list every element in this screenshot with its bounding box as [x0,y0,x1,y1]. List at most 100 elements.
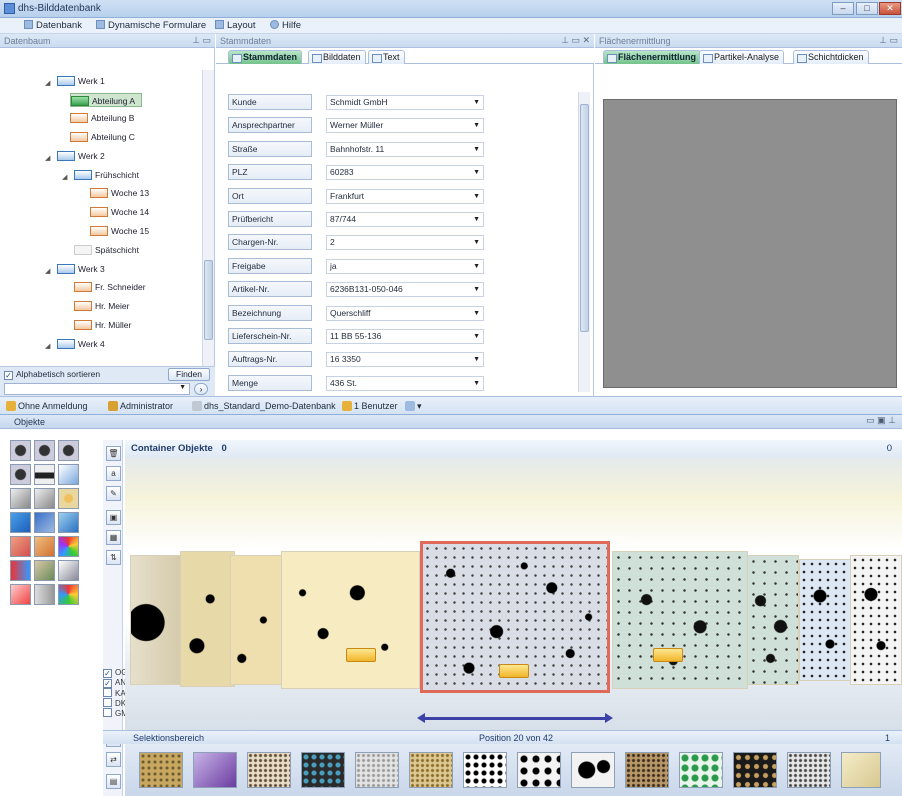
compare-tool-icon[interactable] [10,560,31,581]
close-button[interactable]: ✕ [879,2,901,15]
navigate-button[interactable]: › [194,383,208,395]
filter-gm[interactable]: GM [103,708,128,718]
filter-an[interactable]: ✓ AN [103,678,126,688]
tree-scrollbar-thumb[interactable] [204,260,213,340]
tree-node-abteilung-b[interactable]: Abteilung B [70,111,134,125]
thumbnail[interactable] [139,752,183,788]
image-canvas[interactable] [603,99,897,388]
tree-node-woche13[interactable]: Woche 13 [90,186,149,200]
ruler-tool-icon[interactable] [34,584,55,605]
coverflow-item[interactable] [850,555,902,685]
status-users[interactable]: 1 Benutzer [342,401,398,411]
thumbnail[interactable] [841,752,881,788]
collapse-icon[interactable]: ◢ [45,79,50,87]
coverflow-item[interactable] [799,559,851,681]
field-value-combo[interactable]: 87/744 ▼ [326,212,484,227]
sort-checkbox[interactable]: ✓ Alphabetisch sortieren [4,369,100,380]
microscope-tool-icon[interactable] [10,488,31,509]
sort-icon[interactable]: ⇅ [106,550,121,565]
minimize-button[interactable]: – [832,2,854,15]
brush-tool-icon[interactable] [10,536,31,557]
edit-icon[interactable]: ✎ [106,486,121,501]
objekte-window-controls[interactable]: ▭ ▣ ⊥ [866,415,896,426]
tree-node-werk1[interactable]: Werk 1 [57,74,105,88]
menu-layout[interactable]: Layout [215,20,256,31]
thumbnail[interactable] [247,752,291,788]
tree-node-abteilung-c[interactable]: Abteilung C [70,130,135,144]
field-value-combo[interactable]: ja ▼ [326,258,484,274]
grid-icon[interactable]: ▦ [106,530,121,545]
coverflow-item[interactable] [130,555,186,685]
field-value-combo[interactable]: Werner Müller ▼ [326,118,484,134]
tree-node-hr-meier[interactable]: Hr. Meier [74,299,129,313]
find-button[interactable]: Finden [168,368,210,381]
eye-tool-icon[interactable] [34,560,55,581]
collapse-icon[interactable]: ◢ [45,154,50,162]
tree-node-fruehschicht[interactable]: Frühschicht [74,168,139,182]
monitor-icon[interactable]: ▣ [106,510,121,525]
pin-icon[interactable]: ⊥ ▭ [879,35,898,46]
tab-flaechenermittlung[interactable]: Flächenermittlung [603,50,702,64]
thumbnail[interactable] [301,752,345,788]
tree-node-werk2[interactable]: Werk 2 [57,149,105,163]
field-value-combo[interactable]: 16 3350 ▼ [326,352,484,368]
status-admin[interactable]: Administrator [108,401,173,411]
menu-hilfe[interactable]: Hilfe [270,20,301,31]
thumbnail[interactable] [409,752,453,788]
status-login[interactable]: Ohne Anmeldung [6,401,88,411]
coverflow-item[interactable] [612,551,748,689]
coverflow-item[interactable] [747,555,799,685]
filter-ka[interactable]: KA [103,688,126,698]
palette-tool-icon[interactable] [58,584,79,605]
thumbnail[interactable] [625,752,669,788]
filter-dk[interactable]: DK [103,698,126,708]
thumbnail[interactable] [463,752,507,788]
thumbnail[interactable] [679,752,723,788]
field-value-combo[interactable]: Bahnhofstr. 11 ▼ [326,141,484,157]
thumbnail[interactable] [571,752,615,788]
coverflow-item[interactable] [180,551,235,687]
status-database[interactable]: dhs_Standard_Demo-Datenbank [192,401,336,411]
texture-tool-icon[interactable] [58,488,79,509]
field-value-combo[interactable]: Schmidt GmbH ▼ [326,95,484,110]
color-wheel-icon[interactable] [58,536,79,557]
tree-scrollbar[interactable] [202,70,214,366]
move-icon[interactable]: ⇄ [106,752,121,767]
scanner-tool-icon[interactable] [34,464,55,485]
tree-node-hr-mueller[interactable]: Hr. Müller [74,318,131,332]
delete-icon[interactable]: 🗑 [106,446,121,461]
tab-bilddaten[interactable]: Bilddaten [308,50,366,64]
menu-dynamische-formulare[interactable]: Dynamische Formulare [96,20,206,31]
field-value-combo[interactable]: 11 BB 55-136 ▼ [326,329,484,344]
cut-tool-icon[interactable] [10,584,31,605]
document-tool-icon[interactable] [58,512,79,533]
search-combo[interactable]: ▼ [4,383,190,395]
tree-node-spaetschicht[interactable]: Spätschicht [74,243,139,257]
frames-tool-icon[interactable] [58,560,79,581]
tab-schichtdicken[interactable]: Schichtdicken [793,50,869,64]
pin-icon[interactable]: ⊥ ▭ [192,35,211,46]
pin-icon[interactable]: ⊥ ▭ ✕ [561,35,590,46]
camera-tool-icon[interactable] [10,440,31,461]
tab-stammdaten[interactable]: Stammdaten [228,50,303,64]
thumbnail[interactable] [355,752,399,788]
filter-og[interactable]: ✓ OG [103,668,127,678]
thumbnail[interactable] [193,752,237,788]
tree-node-werk3[interactable]: Werk 3 [57,262,105,276]
thumbnail[interactable] [517,752,561,788]
collapse-icon[interactable]: ◢ [45,267,50,275]
thumbnail[interactable] [733,752,777,788]
tab-text[interactable]: Text [368,50,405,64]
layout-dropdown[interactable]: ▾ [405,401,422,412]
coverflow-item[interactable] [230,555,286,685]
field-value-combo[interactable]: Frankfurt ▼ [326,188,484,204]
camera-tool-icon[interactable] [34,440,55,461]
field-value-combo[interactable]: 6236B131-050-046 ▼ [326,282,484,298]
tab-partikel-analyse[interactable]: Partikel-Analyse [699,50,785,64]
coverflow-selected-item[interactable] [420,541,610,693]
form-scrollbar[interactable] [578,92,590,392]
rename-icon[interactable]: a [106,466,121,481]
field-value-combo[interactable]: Querschliff ▼ [326,305,484,321]
tree-node-abteilung-a[interactable]: Abteilung A [70,93,143,107]
tree-node-werk4[interactable]: Werk 4 [57,337,105,351]
